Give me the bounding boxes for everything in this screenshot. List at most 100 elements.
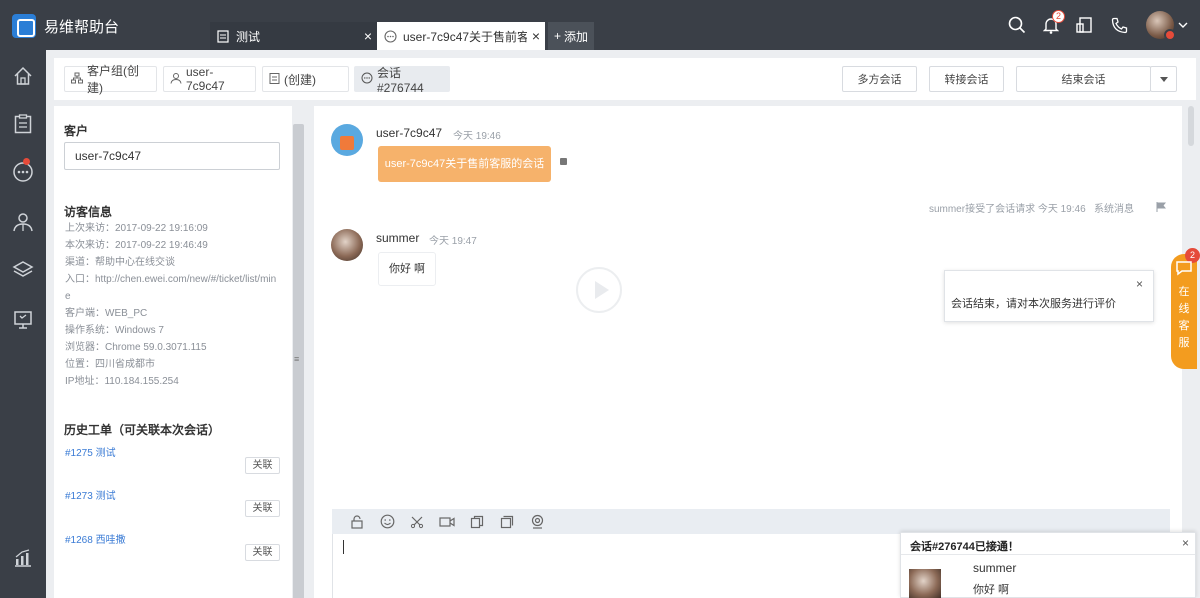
- ticket-icon: [269, 72, 280, 87]
- workspace-icon[interactable]: [1068, 8, 1102, 42]
- rating-tooltip: × 会话结束，请对本次服务进行评价: [944, 270, 1154, 322]
- notification-bell-icon[interactable]: 2: [1034, 8, 1068, 42]
- play-icon[interactable]: [576, 267, 622, 313]
- multi-party-button[interactable]: 多方会话: [842, 66, 917, 92]
- connection-notification: 会话#276744已接通！ × summer 你好 啊: [900, 532, 1196, 598]
- notification-header: 会话#276744已接通！ ×: [901, 533, 1195, 555]
- info-ip: IP地址：110.184.155.254: [65, 376, 179, 387]
- scissors-icon[interactable]: [408, 514, 426, 530]
- grip-icon: ≡: [294, 354, 300, 364]
- message-sender: summer: [376, 231, 420, 245]
- tab-close-icon[interactable]: ×: [359, 28, 377, 44]
- close-icon[interactable]: ×: [1182, 536, 1189, 550]
- ticket-nav-icon[interactable]: [0, 104, 46, 144]
- info-browser: 浏览器：Chrome 59.0.3071.115: [65, 342, 207, 353]
- unread-dot: [23, 158, 30, 165]
- flag-icon[interactable]: [1156, 201, 1167, 212]
- visitor-info-list: 上次来访：2017-09-22 19:16:09 本次来访：2017-09-22…: [65, 220, 280, 390]
- copy-icon[interactable]: [468, 514, 486, 530]
- add-tab-label: 添加: [564, 29, 589, 44]
- lock-icon: [560, 158, 567, 165]
- conversation-toolbar: 客户组(创建) user-7c9c47 (创建) 会话#276744 多方会话 …: [54, 58, 1196, 100]
- info-client: 客户端：WEB_PC: [65, 308, 148, 319]
- home-icon[interactable]: [0, 56, 46, 96]
- message-bubble: user-7c9c47关于售前客服的会话: [378, 146, 551, 182]
- agent-avatar: [331, 229, 363, 261]
- video-icon[interactable]: [438, 514, 456, 530]
- info-channel: 渠道：帮助中心在线交谈: [65, 257, 175, 268]
- location-icon[interactable]: [528, 514, 546, 530]
- history-ticket-1273[interactable]: #1273 测试: [65, 487, 116, 502]
- unlock-icon[interactable]: [348, 514, 366, 530]
- tab-close-icon[interactable]: ×: [527, 28, 545, 44]
- chat-nav-icon[interactable]: [0, 152, 46, 192]
- stats-nav-icon[interactable]: [0, 538, 46, 578]
- crumb-label: user-7c9c47: [186, 65, 225, 93]
- panel-splitter[interactable]: ≡: [292, 106, 306, 598]
- message-bubble: 你好 啊: [378, 252, 436, 286]
- customers-nav-icon[interactable]: [0, 202, 46, 242]
- crumb-label: 会话#276744: [377, 65, 424, 95]
- widget-label: 在线客服: [1178, 286, 1190, 349]
- app-name: 易维帮助台: [44, 18, 120, 36]
- scrollbar-thumb[interactable]: [1188, 106, 1194, 146]
- monitor-nav-icon[interactable]: [0, 300, 46, 340]
- history-ticket-1275[interactable]: #1275 测试: [65, 444, 116, 459]
- agent-avatar: [909, 569, 941, 598]
- chevron-down-icon[interactable]: [1178, 20, 1188, 31]
- crumb-label: 客户组(创建): [87, 64, 139, 95]
- search-icon[interactable]: [1000, 8, 1034, 42]
- window-icon[interactable]: [498, 514, 516, 530]
- message-time: 今天 19:47: [429, 236, 477, 247]
- crumb-ticket[interactable]: (创建): [262, 66, 349, 92]
- crumb-customer[interactable]: user-7c9c47: [163, 65, 256, 93]
- rating-tip-text: 会话结束，请对本次服务进行评价: [951, 298, 1116, 310]
- phone-icon[interactable]: [1102, 8, 1136, 42]
- user-icon: [170, 72, 182, 87]
- add-tab-button[interactable]: + 添加: [548, 22, 594, 50]
- caret-down-icon: [1159, 76, 1168, 82]
- emoji-icon[interactable]: [378, 514, 396, 530]
- org-icon: [71, 72, 83, 87]
- crumb-label: (创建): [284, 72, 316, 87]
- link-button[interactable]: 关联: [245, 544, 280, 561]
- tab-test[interactable]: 测试 ×: [210, 22, 377, 50]
- system-message: summer接受了会话请求 今天 19:46 系统消息: [929, 200, 1134, 215]
- message-time: 今天 19:46: [453, 131, 501, 142]
- link-button[interactable]: 关联: [245, 500, 280, 517]
- history-title: 历史工单（可关联本次会话）: [64, 423, 221, 437]
- online-service-widget[interactable]: 2 在线客服: [1171, 248, 1200, 369]
- customer-panel: 客户 user-7c9c47 访客信息 上次来访：2017-09-22 19:1…: [54, 106, 292, 598]
- info-this-visit: 本次来访：2017-09-22 19:46:49: [65, 240, 208, 251]
- info-last-visit: 上次来访：2017-09-22 19:16:09: [65, 223, 208, 234]
- customer-name-field[interactable]: user-7c9c47: [64, 142, 280, 170]
- info-entry: 入口：http://chen.ewei.com/new/#/ticket/lis…: [65, 274, 277, 302]
- ticket-icon: [216, 29, 230, 43]
- chat-bubble-icon: [1175, 260, 1193, 276]
- chat-icon: [361, 72, 373, 87]
- info-location: 位置：四川省成都市: [65, 359, 155, 370]
- tab-conversation[interactable]: user-7c9c47关于售前客... ×: [377, 22, 545, 50]
- text-caret: [343, 540, 344, 554]
- user-avatar[interactable]: [1146, 11, 1176, 41]
- customer-avatar: [331, 124, 363, 156]
- message-sender: user-7c9c47: [376, 126, 443, 140]
- transfer-button[interactable]: 转接会话: [929, 66, 1004, 92]
- history-ticket-1268[interactable]: #1268 西哇撒: [65, 531, 126, 546]
- brand[interactable]: 易维帮助台: [12, 14, 119, 38]
- notification-title: 会话#276744已接通！: [910, 541, 1019, 553]
- visitor-info-title: 访客信息: [64, 205, 113, 219]
- notification-badge: 2: [1052, 10, 1065, 23]
- tab-label: user-7c9c47关于售前客...: [403, 29, 527, 44]
- close-icon[interactable]: ×: [1136, 277, 1143, 291]
- notification-sender: summer: [973, 561, 1017, 575]
- end-conversation-button[interactable]: 结束会话: [1016, 66, 1151, 92]
- layers-nav-icon[interactable]: [0, 250, 46, 290]
- end-options-dropdown[interactable]: [1150, 66, 1177, 92]
- chat-icon: [383, 29, 397, 43]
- link-button[interactable]: 关联: [245, 457, 280, 474]
- crumb-conversation[interactable]: 会话#276744: [354, 65, 450, 95]
- plus-icon: +: [553, 29, 561, 43]
- crumb-customer-group[interactable]: 客户组(创建): [64, 64, 157, 95]
- tab-label: 测试: [236, 29, 261, 44]
